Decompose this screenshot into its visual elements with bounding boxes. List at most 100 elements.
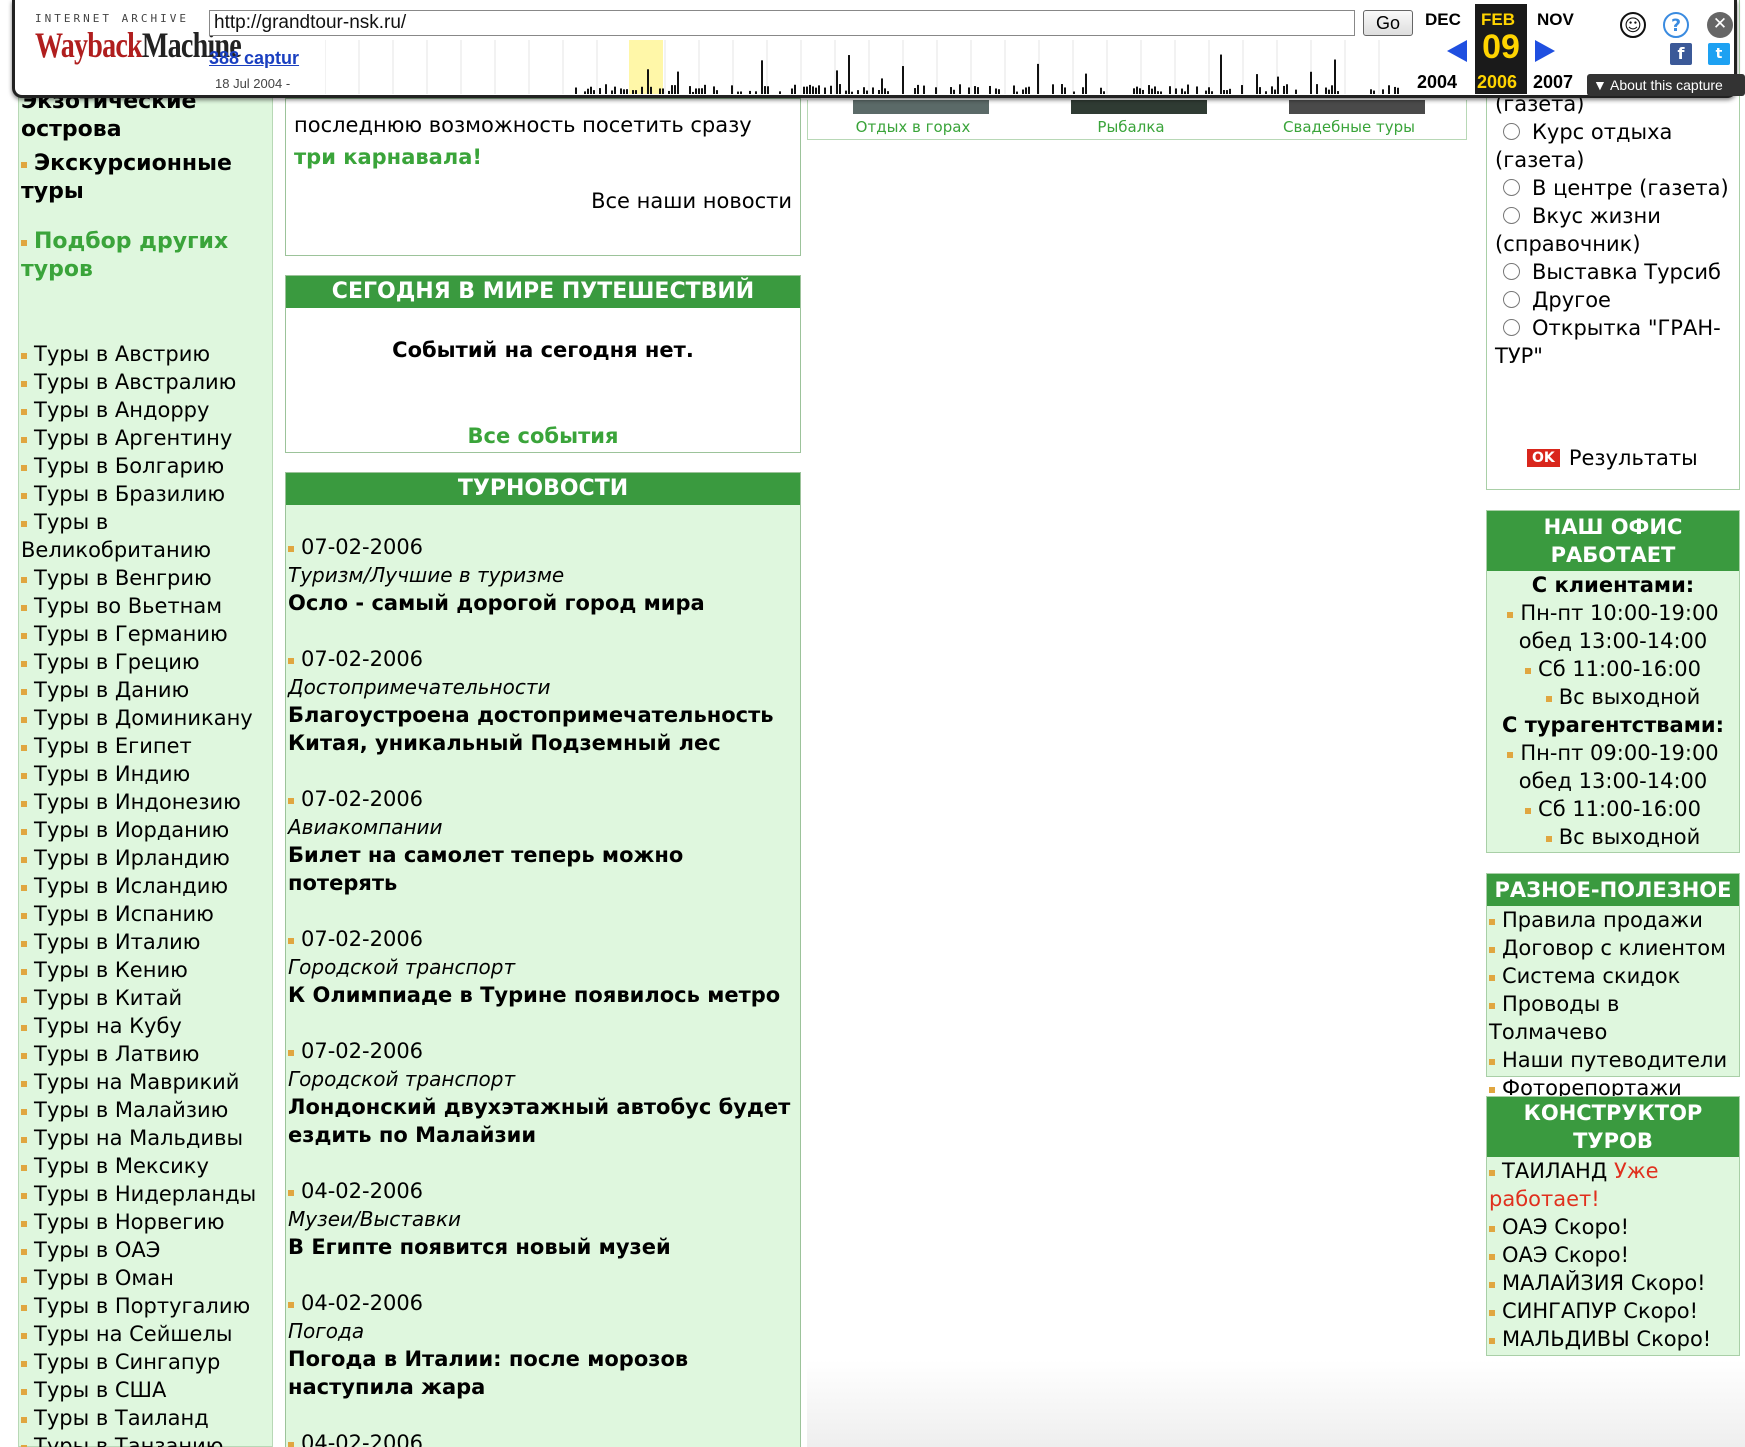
radio-button[interactable] <box>1503 179 1520 196</box>
news-category[interactable]: Достопримечательности <box>288 673 798 701</box>
tour-link[interactable]: Туры в Китай <box>21 984 266 1012</box>
tour-link[interactable]: Туры в Латвию <box>21 1040 266 1068</box>
radio-button[interactable] <box>1503 319 1520 336</box>
other-tours-link[interactable]: Подбор других туров <box>21 228 261 284</box>
constructor-item[interactable]: ОАЭ Скоро! <box>1489 1241 1739 1269</box>
tour-link[interactable]: Туры на Сейшелы <box>21 1320 266 1348</box>
tour-link[interactable]: Туры во Вьетнам <box>21 592 266 620</box>
radio-button[interactable] <box>1503 291 1520 308</box>
tour-link[interactable]: Туры в Бразилию <box>21 480 266 508</box>
constructor-item[interactable]: МАЛАЙЗИЯ Скоро! <box>1489 1269 1739 1297</box>
tour-link[interactable]: Туры в Малайзию <box>21 1096 266 1124</box>
about-capture-button[interactable]: ▼ About this capture <box>1587 74 1745 96</box>
tour-link[interactable]: Туры в Танзанию <box>21 1432 266 1447</box>
constructor-item[interactable]: ТАИЛАНД Уже работает! <box>1489 1157 1739 1213</box>
poll-option[interactable]: Курс отдыха (газета) <box>1495 118 1735 174</box>
news-title[interactable]: Благоустроена достопримечательность Кита… <box>288 701 798 757</box>
tour-link[interactable]: Туры в Аргентину <box>21 424 266 452</box>
prev-year[interactable]: 2004 <box>1417 72 1457 93</box>
useful-link[interactable]: Договор с клиентом <box>1489 934 1739 962</box>
tour-link[interactable]: Туры в Испанию <box>21 900 266 928</box>
next-year[interactable]: 2007 <box>1533 72 1573 93</box>
gallery-photo-fishing[interactable] <box>1071 100 1207 114</box>
gallery-caption-mountains[interactable]: Отдых в горах <box>808 118 1018 136</box>
wayback-go-button[interactable]: Go <box>1363 10 1413 36</box>
captures-link[interactable]: 388 captur <box>209 48 299 69</box>
wayback-url-input[interactable] <box>209 10 1355 36</box>
tour-link[interactable]: Туры в Андорру <box>21 396 266 424</box>
tour-link[interactable]: Туры в Норвегию <box>21 1208 266 1236</box>
tour-link[interactable]: Туры в Мексику <box>21 1152 266 1180</box>
poll-option[interactable]: Выставка Турсиб <box>1495 258 1735 286</box>
next-capture-arrow-icon[interactable] <box>1535 40 1555 62</box>
news-title[interactable]: Лондонский двухэтажный автобус будет езд… <box>288 1093 798 1149</box>
news-category[interactable]: Туризм/Лучшие в туризме <box>288 561 798 589</box>
wayback-logo[interactable]: INTERNET ARCHIVE WaybackMachine <box>35 12 242 92</box>
news-category[interactable]: Музеи/Выставки <box>288 1205 798 1233</box>
gallery-caption-wedding[interactable]: Свадебные туры <box>1244 118 1454 136</box>
poll-option[interactable]: Вкус жизни (справочник) <box>1495 202 1735 258</box>
news-title[interactable]: Осло - самый дорогой город мира <box>288 589 798 617</box>
tour-link[interactable]: Туры в Австрию <box>21 340 266 368</box>
tour-link[interactable]: Туры в Кению <box>21 956 266 984</box>
tour-link[interactable]: Туры в Нидерланды <box>21 1180 266 1208</box>
facebook-icon[interactable]: f <box>1670 43 1692 65</box>
tour-link[interactable]: Туры в Венгрию <box>21 564 266 592</box>
poll-option[interactable]: Другое <box>1495 286 1735 314</box>
tour-link[interactable]: Туры в Германию <box>21 620 266 648</box>
next-month[interactable]: NOV <box>1537 10 1574 30</box>
tour-link[interactable]: Туры в Болгарию <box>21 452 266 480</box>
help-icon[interactable]: ? <box>1663 12 1689 38</box>
news-title[interactable]: Билет на самолет теперь можно потерять <box>288 841 798 897</box>
tour-link[interactable]: Туры в Сингапур <box>21 1348 266 1376</box>
gallery-caption-fishing[interactable]: Рыбалка <box>1026 118 1236 136</box>
useful-link[interactable]: Проводы в Толмачево <box>1489 990 1739 1046</box>
capture-histogram[interactable] <box>325 40 1405 94</box>
all-events-link[interactable]: Все события <box>286 424 800 448</box>
tour-link[interactable]: Туры на Кубу <box>21 1012 266 1040</box>
poll-option[interactable]: В центре (газета) <box>1495 174 1735 202</box>
tour-link[interactable]: Туры в Исландию <box>21 872 266 900</box>
constructor-item[interactable]: СИНГАПУР Скоро! <box>1489 1297 1739 1325</box>
news-category[interactable]: Городской транспорт <box>288 1065 798 1093</box>
ok-button[interactable]: OK <box>1527 449 1560 467</box>
all-news-link[interactable]: Все наши новости <box>591 189 792 213</box>
news-category[interactable]: Погода <box>288 1317 798 1345</box>
gallery-photo-mountains[interactable] <box>853 100 989 114</box>
tour-link[interactable]: Туры в Таиланд <box>21 1404 266 1432</box>
news-category[interactable]: Городской транспорт <box>288 953 798 981</box>
poll-option[interactable]: Открытка "ГРАН-ТУР" <box>1495 314 1735 370</box>
tour-link[interactable]: Туры в Италию <box>21 928 266 956</box>
close-icon[interactable]: ✕ <box>1707 12 1733 38</box>
constructor-item[interactable]: МАЛЬДИВЫ Скоро! <box>1489 1325 1739 1353</box>
gallery-photo-wedding[interactable] <box>1289 100 1425 114</box>
radio-button[interactable] <box>1503 123 1520 140</box>
tour-link[interactable]: Туры в Португалию <box>21 1292 266 1320</box>
tour-link[interactable]: Туры на Маврикий <box>21 1068 266 1096</box>
tour-link[interactable]: Туры в Индонезию <box>21 788 266 816</box>
useful-link[interactable]: Наши путеводители <box>1489 1046 1739 1074</box>
tour-link[interactable]: Туры в Данию <box>21 676 266 704</box>
useful-link[interactable]: Система скидок <box>1489 962 1739 990</box>
tour-link[interactable]: Туры в Доминикану <box>21 704 266 732</box>
tour-link[interactable]: Туры на Мальдивы <box>21 1124 266 1152</box>
radio-button[interactable] <box>1503 207 1520 224</box>
news-title[interactable]: В Египте появится новый музей <box>288 1233 798 1261</box>
prev-month[interactable]: DEC <box>1425 10 1461 30</box>
news-category[interactable]: Авиакомпании <box>288 813 798 841</box>
useful-link[interactable]: Правила продажи <box>1489 906 1739 934</box>
constructor-item[interactable]: ОАЭ Скоро! <box>1489 1213 1739 1241</box>
tour-link[interactable]: Туры в Индию <box>21 760 266 788</box>
news-title[interactable]: К Олимпиаде в Турине появилось метро <box>288 981 798 1009</box>
excursion-tours-link[interactable]: Экскурсионные туры <box>21 150 261 206</box>
tour-link[interactable]: Туры в Ирландию <box>21 844 266 872</box>
tour-link[interactable]: Туры в Грецию <box>21 648 266 676</box>
news-title[interactable]: Погода в Италии: после морозов наступила… <box>288 1345 798 1401</box>
user-account-icon[interactable]: ☺ <box>1620 12 1646 38</box>
tour-link[interactable]: Туры в Египет <box>21 732 266 760</box>
twitter-icon[interactable]: t <box>1708 43 1730 65</box>
radio-button[interactable] <box>1503 263 1520 280</box>
tour-link[interactable]: Туры в Австралию <box>21 368 266 396</box>
tour-link[interactable]: Туры в Иорданию <box>21 816 266 844</box>
tour-link[interactable]: Туры в США <box>21 1376 266 1404</box>
